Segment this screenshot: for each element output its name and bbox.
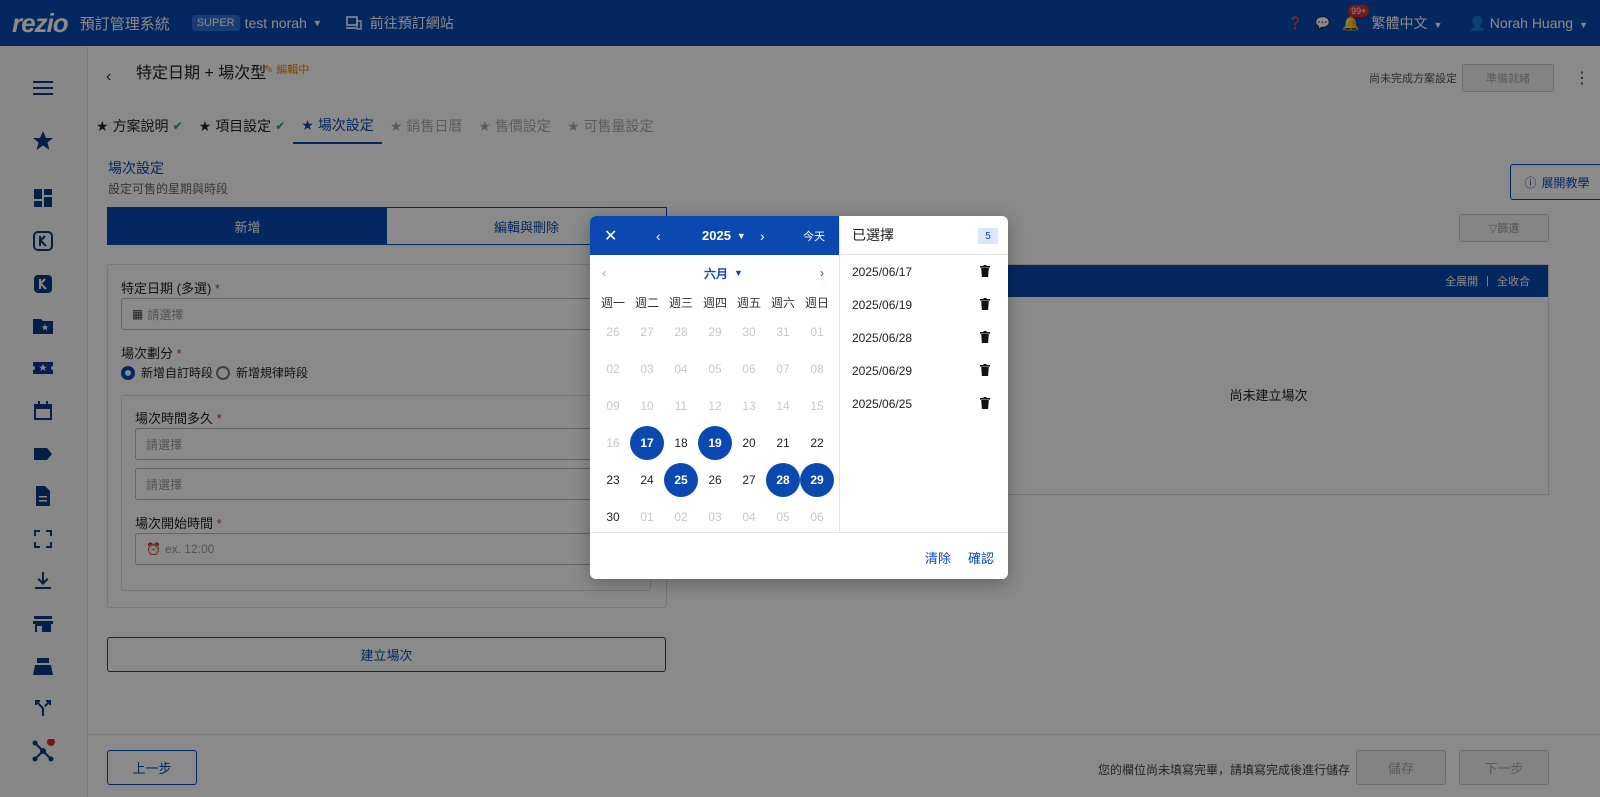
selected-date-item: 2025/06/17 [840,255,1008,288]
calendar-day[interactable]: 21 [766,426,800,460]
calendar-day[interactable]: 27 [732,463,766,497]
today-button[interactable]: 今天 [803,216,825,255]
weekday-label: 週日 [804,295,829,310]
next-year-chevron-icon[interactable]: › [760,216,765,255]
calendar-day-outside: 05 [708,361,722,376]
selected-date-text: 2025/06/25 [852,396,913,411]
trash-icon[interactable] [980,298,990,310]
year-label: 2025 [702,228,731,243]
calendar-day-outside: 13 [742,398,756,413]
calendar-day-outside: 14 [776,398,790,413]
calendar-day-selected[interactable]: 28 [766,462,800,497]
confirm-button[interactable]: 確認 [968,548,994,567]
calendar-day-outside: 16 [606,435,620,450]
selected-date-text: 2025/06/17 [852,264,913,279]
month-row: ‹ 六月 ▼ › [590,255,839,291]
month-label: 六月 [704,266,729,281]
date-picker-dialog: ✕ ‹ 2025 ▼ › 今天 ‹ 六月 ▼ › 週一 週二 週三 週四 週五 週六 週日 26… [590,216,1008,579]
day-grid: 26 27 28 29 30 31 01 02 03 04 05 06 07 08 09 10 11 12 13 14… [590,313,839,535]
weekday-label: 週六 [770,295,795,310]
calendar-day[interactable]: 20 [732,426,766,460]
clear-button[interactable]: 清除 [925,548,951,567]
calendar-day-outside: 30 [742,324,756,339]
calendar-day-outside: 02 [674,509,688,524]
calendar-day-outside: 07 [776,361,790,376]
calendar-week-row: 16 17 18 19 20 21 22 [596,424,839,461]
selected-date-item: 2025/06/19 [840,288,1008,321]
selected-dates-list: 2025/06/17 2025/06/19 2025/06/28 2025/06/29… [840,255,1008,420]
calendar-day-outside: 08 [810,361,824,376]
caret-down-icon: ▼ [734,268,743,278]
next-month-chevron-icon[interactable]: › [820,255,824,291]
calendar-week-row: 23 24 25 26 27 28 29 [596,461,839,498]
selected-title: 已選擇 [852,227,894,243]
calendar-header: ✕ ‹ 2025 ▼ › 今天 [590,216,839,255]
close-icon[interactable]: ✕ [604,216,617,255]
calendar-day-outside: 02 [606,361,620,376]
calendar-day-outside: 28 [674,324,688,339]
calendar-day-outside: 12 [708,398,722,413]
calendar-day-selected[interactable]: 29 [800,462,834,497]
calendar-day-outside: 01 [640,509,654,524]
selected-header: 已選擇 5 [840,216,1008,255]
calendar-day-selected[interactable]: 17 [630,425,664,460]
calendar-day-outside: 05 [776,509,790,524]
calendar-day-outside: 26 [606,324,620,339]
selected-date-text: 2025/06/29 [852,363,913,378]
calendar-day[interactable]: 30 [596,500,630,534]
weekday-header: 週一 週二 週三 週四 週五 週六 週日 [590,291,839,313]
calendar-week-row: 30 01 02 03 04 05 06 [596,498,839,535]
calendar-day-selected[interactable]: 19 [698,425,732,460]
prev-year-chevron-icon[interactable]: ‹ [656,216,661,255]
calendar-day-outside: 06 [742,361,756,376]
selected-count-badge: 5 [978,228,998,244]
selected-date-item: 2025/06/28 [840,321,1008,354]
calendar-day-outside: 09 [606,398,620,413]
trash-icon[interactable] [980,265,990,277]
calendar-day-outside: 29 [708,324,722,339]
calendar-day[interactable]: 23 [596,463,630,497]
calendar-day-outside: 15 [810,398,824,413]
weekday-label: 週五 [736,295,761,310]
calendar-week-row: 02 03 04 05 06 07 08 [596,350,839,387]
calendar-week-row: 09 10 11 12 13 14 15 [596,387,839,424]
calendar-day[interactable]: 22 [800,426,834,460]
weekday-label: 週三 [668,295,693,310]
selected-date-item: 2025/06/29 [840,354,1008,387]
calendar-week-row: 26 27 28 29 30 31 01 [596,313,839,350]
calendar-day-outside: 01 [810,324,824,339]
picker-footer: 清除 確認 [590,532,1008,579]
selected-date-text: 2025/06/19 [852,297,913,312]
selected-date-item: 2025/06/25 [840,387,1008,420]
calendar-day-outside: 27 [640,324,654,339]
selected-date-text: 2025/06/28 [852,330,913,345]
calendar-day-outside: 03 [708,509,722,524]
calendar-day[interactable]: 26 [698,463,732,497]
calendar-day-outside: 10 [640,398,654,413]
calendar-day-outside: 31 [776,324,790,339]
calendar-day-selected[interactable]: 25 [664,462,698,497]
trash-icon[interactable] [980,364,990,376]
selected-dates-pane: 已選擇 5 2025/06/17 2025/06/19 2025/06/28 2025… [840,216,1008,532]
month-selector[interactable]: 六月 ▼ [704,255,743,291]
year-selector[interactable]: 2025 ▼ [702,216,746,255]
calendar-day-outside: 06 [810,509,824,524]
calendar-pane: ✕ ‹ 2025 ▼ › 今天 ‹ 六月 ▼ › 週一 週二 週三 週四 週五 週六 週日 26… [590,216,840,532]
trash-icon[interactable] [980,331,990,343]
calendar-day-outside: 11 [674,398,688,413]
weekday-label: 週二 [634,295,659,310]
calendar-day-outside: 04 [674,361,688,376]
calendar-day[interactable]: 18 [664,426,698,460]
caret-down-icon: ▼ [736,230,746,241]
weekday-label: 週四 [702,295,727,310]
weekday-label: 週一 [600,295,625,310]
calendar-day-outside: 04 [742,509,756,524]
calendar-day[interactable]: 24 [630,463,664,497]
prev-month-chevron-icon[interactable]: ‹ [602,255,606,291]
calendar-day-outside: 03 [640,361,654,376]
trash-icon[interactable] [980,397,990,409]
